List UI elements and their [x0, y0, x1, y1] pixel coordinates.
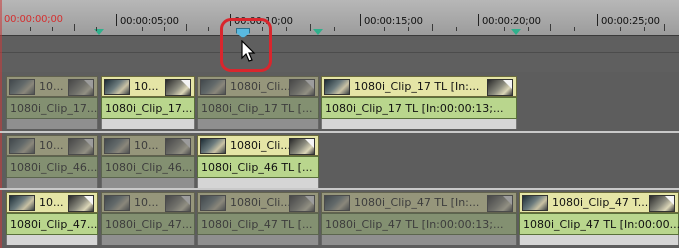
clip-thumbnail-icon — [104, 138, 130, 154]
empty-track-area — [0, 36, 679, 72]
clip-4[interactable]: 1080i_Clip_17 TL [In:... 1080i_Clip_17 T… — [321, 76, 517, 129]
clip-9[interactable]: 10... 1080i_Clip_47... — [101, 192, 195, 245]
clip-thumbnail-icon — [104, 79, 130, 95]
clip-thumbnail-icon — [522, 195, 548, 211]
mouse-pointer-icon — [241, 40, 256, 62]
time-label-5: 00:00:05;00 — [116, 14, 179, 27]
clip-thumbnail-icon — [200, 79, 226, 95]
clip-10[interactable]: 1080i_Cli... 1080i_Clip_47 TL [... — [197, 192, 319, 245]
clip-thumbnail-icon — [9, 138, 35, 154]
clip-7[interactable]: 1080i_Cli... 1080i_Clip_46 TL [... — [197, 135, 319, 188]
clip-thumbnail-icon — [200, 138, 226, 154]
clip-thumbnail-icon — [9, 79, 35, 95]
time-label-25: 00:00:25;00 — [597, 14, 660, 27]
clip-1[interactable]: 10... 1080i_Clip_17... — [6, 76, 98, 129]
clip-8[interactable]: 10... 1080i_Clip_47... — [6, 192, 98, 245]
track-group-3: 10... 1080i_Clip_47... 10... 1080i_Clip_… — [0, 192, 679, 248]
marker-2[interactable] — [313, 29, 323, 35]
track-group-2: 10... 1080i_Clip_46... 10... 1080i_Clip_… — [0, 135, 679, 188]
clip-thumbnail-icon — [9, 195, 35, 211]
clip-6[interactable]: 10... 1080i_Clip_46... — [101, 135, 195, 188]
time-label-15: 00:00:15;00 — [360, 14, 423, 27]
time-label-0: 00:00:00;00 — [4, 14, 63, 25]
clip-5[interactable]: 10... 1080i_Clip_46... — [6, 135, 98, 188]
clip-thumbnail-icon — [200, 195, 226, 211]
clip-thumbnail-icon — [324, 195, 350, 211]
timeline-ruler[interactable]: 00:00:00;00 00:00:05;00 00:00:10;00 00:0… — [0, 0, 679, 36]
clip-thumbnail-icon — [104, 195, 130, 211]
clip-11[interactable]: 1080i_Clip_47 TL [In:... 1080i_Clip_47 T… — [321, 192, 517, 245]
time-label-20: 00:00:20;00 — [478, 14, 541, 27]
marker-3[interactable] — [511, 29, 521, 35]
clip-thumbnail-icon — [324, 79, 350, 95]
clip-3[interactable]: 1080i_Cli... 1080i_Clip_17 TL [... — [197, 76, 319, 129]
clip-12[interactable]: 1080i_Clip_47 T... 1080i_Clip_47 TL [In:… — [519, 192, 679, 245]
track-group-1: 10... 1080i_Clip_17... 10... 1080i_Clip_… — [0, 76, 679, 131]
clip-2[interactable]: 10... 1080i_Clip_17... — [101, 76, 195, 129]
